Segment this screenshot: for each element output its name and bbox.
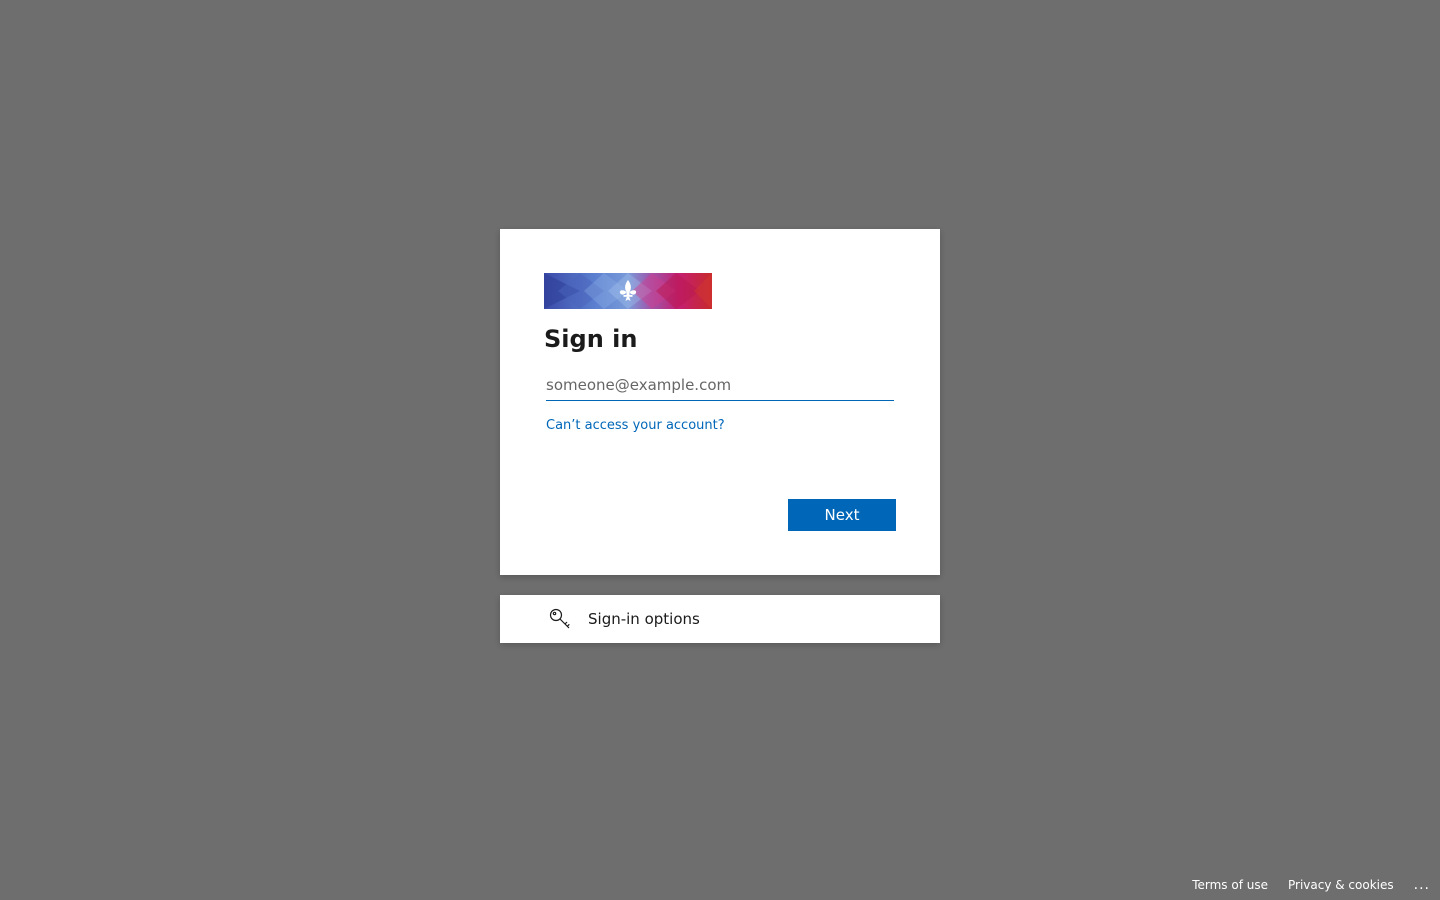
privacy-cookies-link[interactable]: Privacy & cookies: [1288, 878, 1394, 892]
sign-in-options-button[interactable]: Sign-in options: [500, 595, 940, 643]
organization-banner-logo: [544, 273, 712, 309]
key-icon: [549, 608, 570, 629]
footer: Terms of use Privacy & cookies ...: [1192, 870, 1440, 900]
cant-access-account-link[interactable]: Can’t access your account?: [546, 418, 725, 434]
next-button[interactable]: Next: [788, 499, 896, 531]
sign-in-card: Sign in Can’t access your account? Next: [500, 229, 940, 575]
email-field[interactable]: [546, 369, 894, 401]
terms-of-use-link[interactable]: Terms of use: [1192, 878, 1268, 892]
more-options-icon[interactable]: ...: [1414, 877, 1430, 893]
page-title: Sign in: [544, 325, 638, 353]
sign-in-page: { "signin": { "title": "Sign in", "email…: [0, 0, 1440, 900]
sign-in-options-label: Sign-in options: [588, 610, 700, 628]
